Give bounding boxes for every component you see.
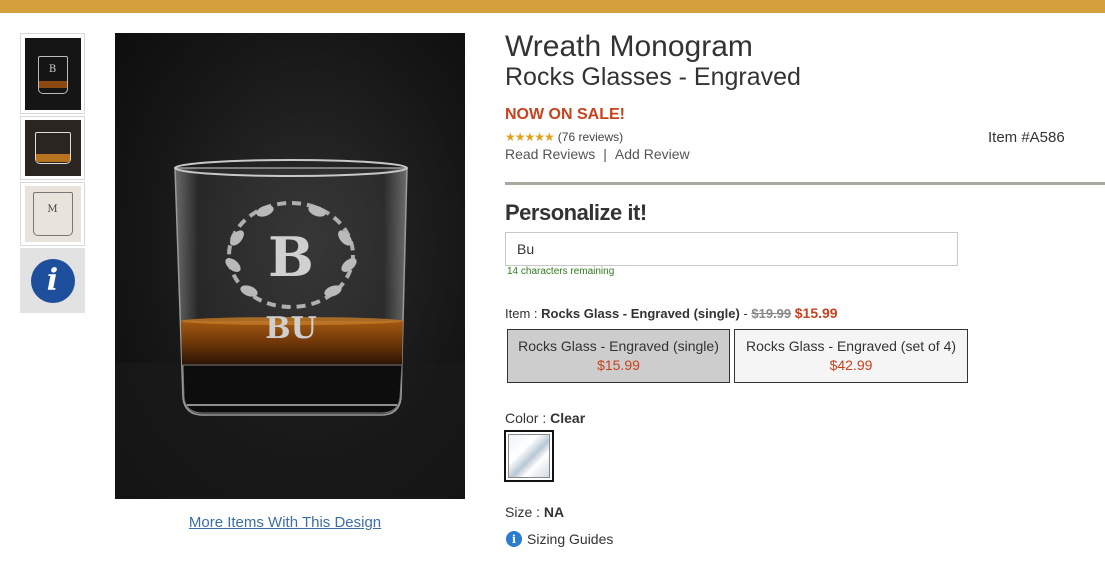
item-selection-summary: Item : Rocks Glass - Engraved (single) -… [505, 305, 838, 321]
color-label: Color : [505, 410, 551, 426]
size-label: Size : [505, 504, 544, 520]
glass-lifestyle-thumbnail-image: M [24, 186, 81, 242]
color-swatch-clear[interactable] [504, 430, 554, 482]
option-single-price: $15.99 [597, 357, 640, 373]
characters-remaining: 14 characters remaining [507, 266, 615, 277]
original-price: $19.99 [751, 306, 792, 321]
review-links: Read Reviews | Add Review [505, 146, 690, 162]
option-single-button[interactable]: Rocks Glass - Engraved (single) $15.99 [507, 329, 730, 383]
reviews-count: (76 reviews) [557, 130, 624, 144]
sizing-guides-link[interactable]: i Sizing Guides [506, 531, 613, 547]
color-selection-summary: Color : Clear [505, 410, 585, 426]
item-label: Item : [505, 306, 542, 321]
size-value: NA [543, 504, 565, 520]
thumbnail-2[interactable] [20, 116, 85, 180]
size-selection-summary: Size : NA [505, 504, 564, 520]
option-set-of-4-price: $42.99 [829, 357, 873, 373]
add-review-link[interactable]: Add Review [615, 146, 690, 162]
star-rating-icon: ★★★★★ [505, 130, 555, 144]
thumbnail-3[interactable]: M [20, 182, 85, 246]
sale-price: $15.99 [794, 305, 838, 321]
product-subtitle: Rocks Glasses - Engraved [505, 63, 801, 91]
read-reviews-link[interactable]: Read Reviews [505, 146, 595, 162]
color-value: Clear [550, 410, 586, 426]
product-title: Wreath Monogram [505, 30, 753, 63]
clear-swatch-fill [508, 434, 550, 478]
rocks-glass-illustration: B BU [115, 159, 465, 499]
more-items-link[interactable]: More Items With This Design [115, 514, 455, 531]
sale-badge: NOW ON SALE! [505, 106, 625, 123]
link-separator: | [603, 146, 607, 162]
monogram-text: BU [265, 311, 317, 346]
option-set-of-4-button[interactable]: Rocks Glass - Engraved (set of 4) $42.99 [734, 329, 968, 383]
main-product-image: B BU [115, 33, 465, 499]
item-selected-name: Rocks Glass - Engraved (single) [541, 306, 740, 321]
section-divider [505, 182, 1105, 185]
personalize-heading: Personalize it! [505, 200, 647, 225]
info-thumbnail[interactable]: i [20, 248, 85, 313]
item-number: Item #A586 [988, 129, 1065, 146]
monogram-letter: B [268, 225, 314, 289]
info-icon: i [30, 258, 75, 303]
rating-summary: ★★★★★ (76 reviews) [505, 130, 623, 144]
personalization-input[interactable] [505, 232, 958, 266]
item-dash: - [739, 306, 752, 321]
thumbnail-gallery: B M i [20, 33, 85, 313]
option-single-label: Rocks Glass - Engraved (single) [518, 338, 719, 354]
glass-packaging-thumbnail-image [24, 120, 81, 176]
thumbnail-1[interactable]: B [20, 33, 85, 114]
top-accent-bar [0, 0, 1105, 13]
info-icon: i [506, 531, 522, 547]
glass-thumbnail-image: B [24, 37, 81, 110]
sizing-guides-label: Sizing Guides [527, 531, 614, 547]
option-set-of-4-label: Rocks Glass - Engraved (set of 4) [745, 338, 957, 354]
